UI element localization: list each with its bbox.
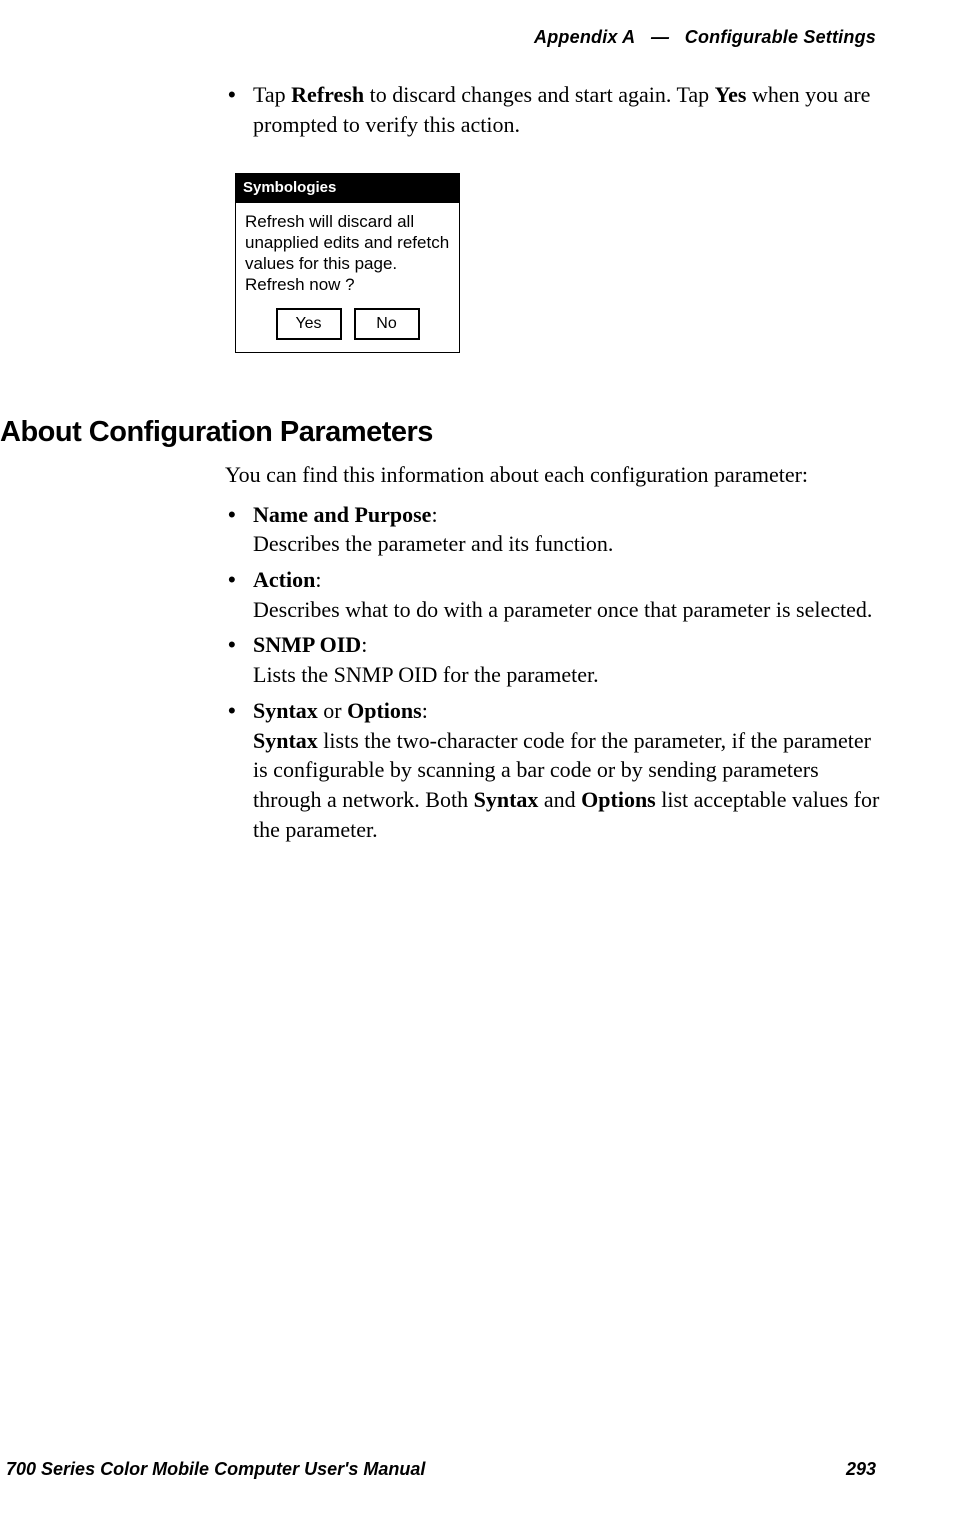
- param-label: SNMP OID: [253, 632, 361, 657]
- param-label: Name and Purpose: [253, 502, 431, 527]
- param-desc: Describes the parameter and its function…: [253, 531, 613, 556]
- param-desc: Lists the SNMP OID for the parameter.: [253, 662, 599, 687]
- bold-refresh: Refresh: [291, 82, 364, 107]
- txt: and: [538, 787, 581, 812]
- dialog-body: Refresh will discard all unapplied edits…: [236, 203, 459, 308]
- param-item-snmp-oid: SNMP OID: Lists the SNMP OID for the par…: [225, 630, 885, 689]
- section-heading: About Configuration Parameters: [0, 413, 433, 452]
- bold-options-2: Options: [581, 787, 656, 812]
- colon: :: [361, 632, 367, 657]
- param-desc: Describes what to do with a parameter on…: [253, 597, 872, 622]
- header-sep: —: [651, 27, 669, 47]
- no-button[interactable]: No: [354, 308, 420, 340]
- dialog-title: Symbologies: [236, 174, 459, 202]
- header-appendix: Appendix A: [534, 27, 635, 47]
- page-header: Appendix A — Configurable Settings: [534, 25, 876, 49]
- param-label: Action: [253, 567, 315, 592]
- yes-button[interactable]: Yes: [276, 308, 342, 340]
- param-item-syntax-options: Syntax or Options: Syntax lists the two-…: [225, 696, 885, 844]
- footer-manual-title: 700 Series Color Mobile Computer User's …: [6, 1457, 425, 1481]
- section-intro: You can find this information about each…: [225, 460, 885, 490]
- colon: :: [315, 567, 321, 592]
- bullet-refresh: Tap Refresh to discard changes and start…: [225, 80, 885, 139]
- yes-label: Yes: [295, 313, 321, 335]
- param-item-name-purpose: Name and Purpose: Describes the paramete…: [225, 500, 885, 559]
- txt: Tap: [253, 82, 291, 107]
- txt: to discard changes and start again. Tap: [364, 82, 715, 107]
- bold-syntax: Syntax: [253, 698, 318, 723]
- no-label: No: [376, 313, 396, 335]
- bold-options: Options: [347, 698, 422, 723]
- header-title: Configurable Settings: [685, 27, 876, 47]
- page-number: 293: [846, 1457, 876, 1481]
- dialog-symbologies: Symbologies Refresh will discard all una…: [235, 173, 460, 352]
- param-item-action: Action: Describes what to do with a para…: [225, 565, 885, 624]
- colon: :: [422, 698, 428, 723]
- or: or: [318, 698, 347, 723]
- section-body: You can find this information about each…: [225, 460, 885, 850]
- colon: :: [431, 502, 437, 527]
- content-block: Tap Refresh to discard changes and start…: [225, 80, 885, 353]
- bold-syntax-3: Syntax: [474, 787, 539, 812]
- bold-yes: Yes: [715, 82, 747, 107]
- bold-syntax-2: Syntax: [253, 728, 318, 753]
